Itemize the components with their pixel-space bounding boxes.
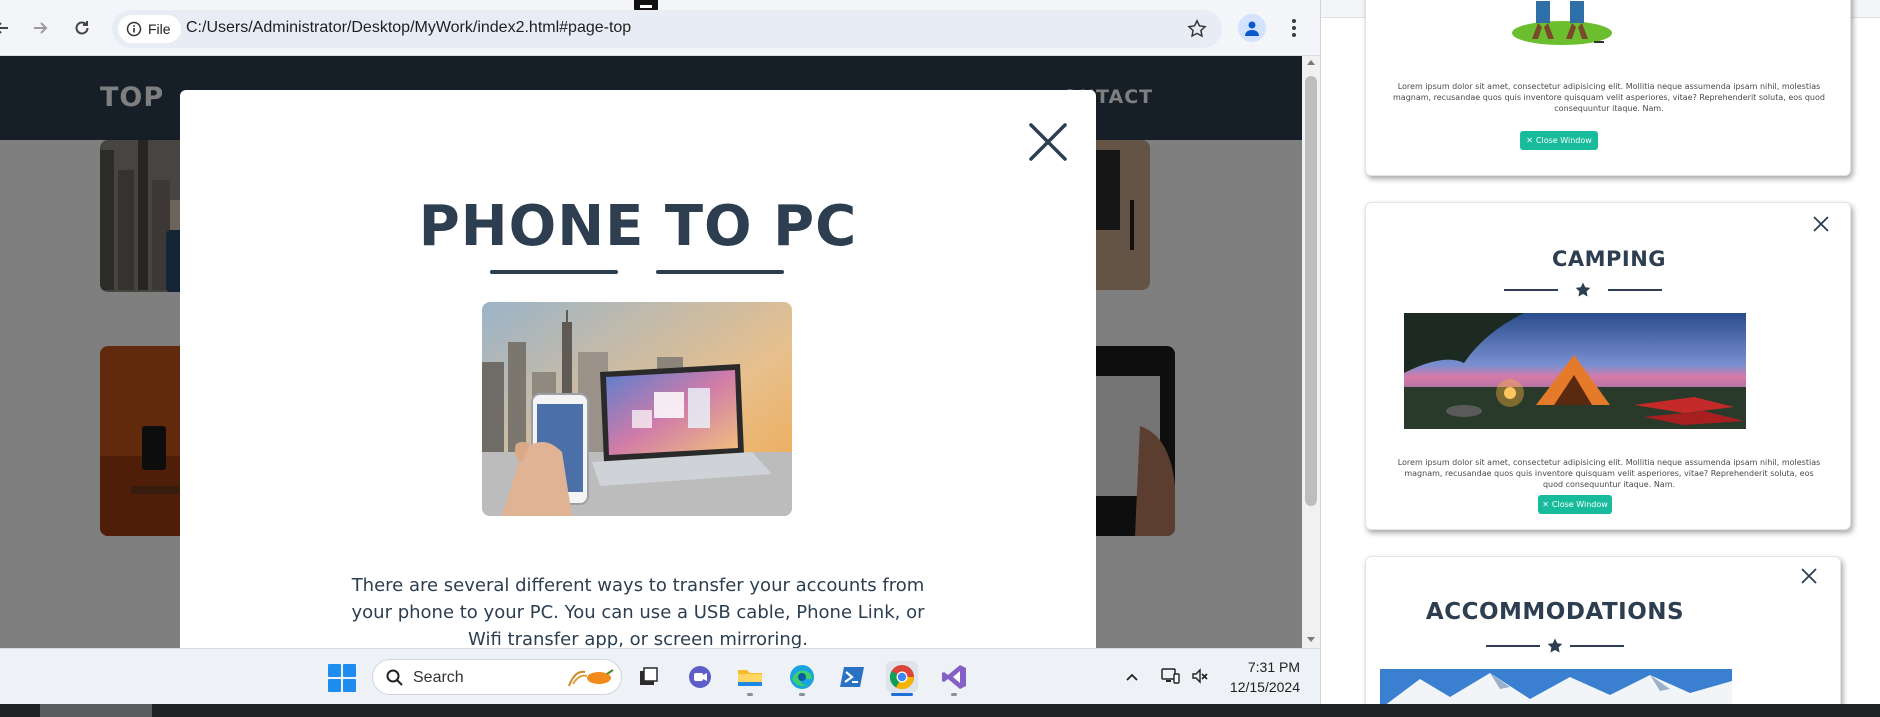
modal-title: PHONE TO PC	[418, 194, 858, 259]
portfolio-card-hiking: Lorem ipsum dolor sit amet, consectetur …	[1365, 0, 1851, 176]
forward-button[interactable]	[24, 12, 56, 44]
browser-window: File C:/Users/Administrator/Desktop/MyWo…	[0, 0, 1320, 648]
powershell-icon[interactable]	[836, 661, 868, 693]
reload-button[interactable]	[66, 12, 98, 44]
profile-avatar-icon[interactable]	[1238, 14, 1266, 42]
title-divider-right	[656, 270, 784, 274]
portfolio-card-accommodations: ACCOMMODATIONS	[1365, 556, 1841, 704]
secondary-taskbar-tab[interactable]	[40, 704, 152, 717]
close-window-button[interactable]: ✕ Close Window	[1520, 131, 1598, 150]
card-title: ACCOMMODATIONS	[1425, 599, 1685, 625]
close-icon[interactable]	[1812, 215, 1830, 233]
secondary-taskbar-strip	[0, 704, 1880, 717]
network-icon[interactable]	[1160, 666, 1180, 686]
title-line-left	[1504, 289, 1558, 291]
arrow-right-icon	[34, 22, 48, 34]
active-indicator	[891, 693, 913, 696]
site-info-chip[interactable]: File	[118, 15, 181, 43]
close-window-button[interactable]: ✕ Close Window	[1538, 495, 1612, 514]
running-indicator	[747, 693, 753, 696]
modal-description: There are several different ways to tran…	[351, 575, 925, 648]
close-icon[interactable]	[1028, 122, 1068, 162]
scroll-up-arrow-icon[interactable]	[1307, 60, 1315, 65]
card-title: CAMPING	[1551, 247, 1667, 271]
kebab-menu-icon[interactable]	[1286, 14, 1302, 42]
star-icon	[1575, 282, 1591, 297]
search-icon	[386, 669, 403, 686]
clock-time[interactable]: 7:31 PM	[1226, 659, 1300, 675]
url-text[interactable]: C:/Users/Administrator/Desktop/MyWork/in…	[186, 19, 631, 37]
running-indicator	[951, 693, 957, 696]
close-window-label: Close Window	[1535, 136, 1592, 145]
bookmark-star-icon[interactable]	[1186, 18, 1208, 40]
close-small-icon: ✕	[1526, 136, 1533, 145]
edge-browser-icon[interactable]	[786, 661, 818, 693]
reload-icon	[75, 21, 89, 35]
chevron-up-icon[interactable]	[1124, 669, 1140, 685]
person-icon	[1245, 21, 1259, 36]
close-small-icon: ✕	[1542, 500, 1549, 509]
info-icon	[126, 21, 142, 37]
running-indicator	[799, 693, 805, 696]
page-scrollbar[interactable]	[1302, 56, 1320, 648]
search-label: Search	[413, 669, 464, 686]
teams-chat-icon[interactable]	[684, 661, 716, 693]
title-divider-left	[490, 270, 618, 274]
title-line-left	[1486, 645, 1540, 647]
page-viewport: TOP ONTACT	[0, 56, 1302, 648]
task-view-icon[interactable]	[632, 661, 664, 693]
card-description: Lorem ipsum dolor sit amet, consectetur …	[1393, 82, 1825, 113]
title-line-right	[1570, 645, 1624, 647]
taskbar-search[interactable]: Search	[372, 659, 622, 695]
search-highlight-icon	[568, 669, 614, 687]
volume-muted-icon[interactable]	[1190, 666, 1210, 686]
star-icon	[1547, 638, 1563, 653]
back-button[interactable]	[0, 12, 18, 44]
close-window-label: Close Window	[1551, 500, 1608, 509]
browser-toolbar: File C:/Users/Administrator/Desktop/MyWo…	[0, 0, 1320, 56]
phone-to-pc-image	[482, 302, 792, 516]
clock-date[interactable]: 12/15/2024	[1222, 679, 1300, 695]
scroll-down-arrow-icon[interactable]	[1307, 637, 1315, 642]
close-icon[interactable]	[1800, 567, 1818, 585]
file-chip-label: File	[148, 21, 171, 37]
visual-studio-icon[interactable]	[938, 661, 970, 693]
chrome-browser-icon[interactable]	[886, 661, 918, 693]
portfolio-modal: PHONE TO PC There are several different …	[180, 90, 1096, 648]
arrow-left-icon	[0, 22, 8, 34]
hiking-illustration	[1512, 1, 1612, 45]
card-description: Lorem ipsum dolor sit amet, consectetur …	[1397, 458, 1821, 489]
preview-panel: Lorem ipsum dolor sit amet, consectetur …	[1320, 0, 1880, 704]
windows-start-icon[interactable]	[328, 664, 356, 692]
scroll-thumb[interactable]	[1305, 76, 1317, 506]
address-bar[interactable]: File C:/Users/Administrator/Desktop/MyWo…	[112, 10, 1222, 48]
windows-taskbar: Search 7:31 PM 12/15/2024	[0, 648, 1320, 704]
camping-image	[1404, 313, 1746, 429]
file-explorer-icon[interactable]	[734, 661, 766, 693]
portfolio-card-camping: CAMPING Lorem ipsum dolor sit amet, cons…	[1365, 202, 1851, 530]
title-line-right	[1608, 289, 1662, 291]
accommodations-image	[1380, 669, 1732, 704]
